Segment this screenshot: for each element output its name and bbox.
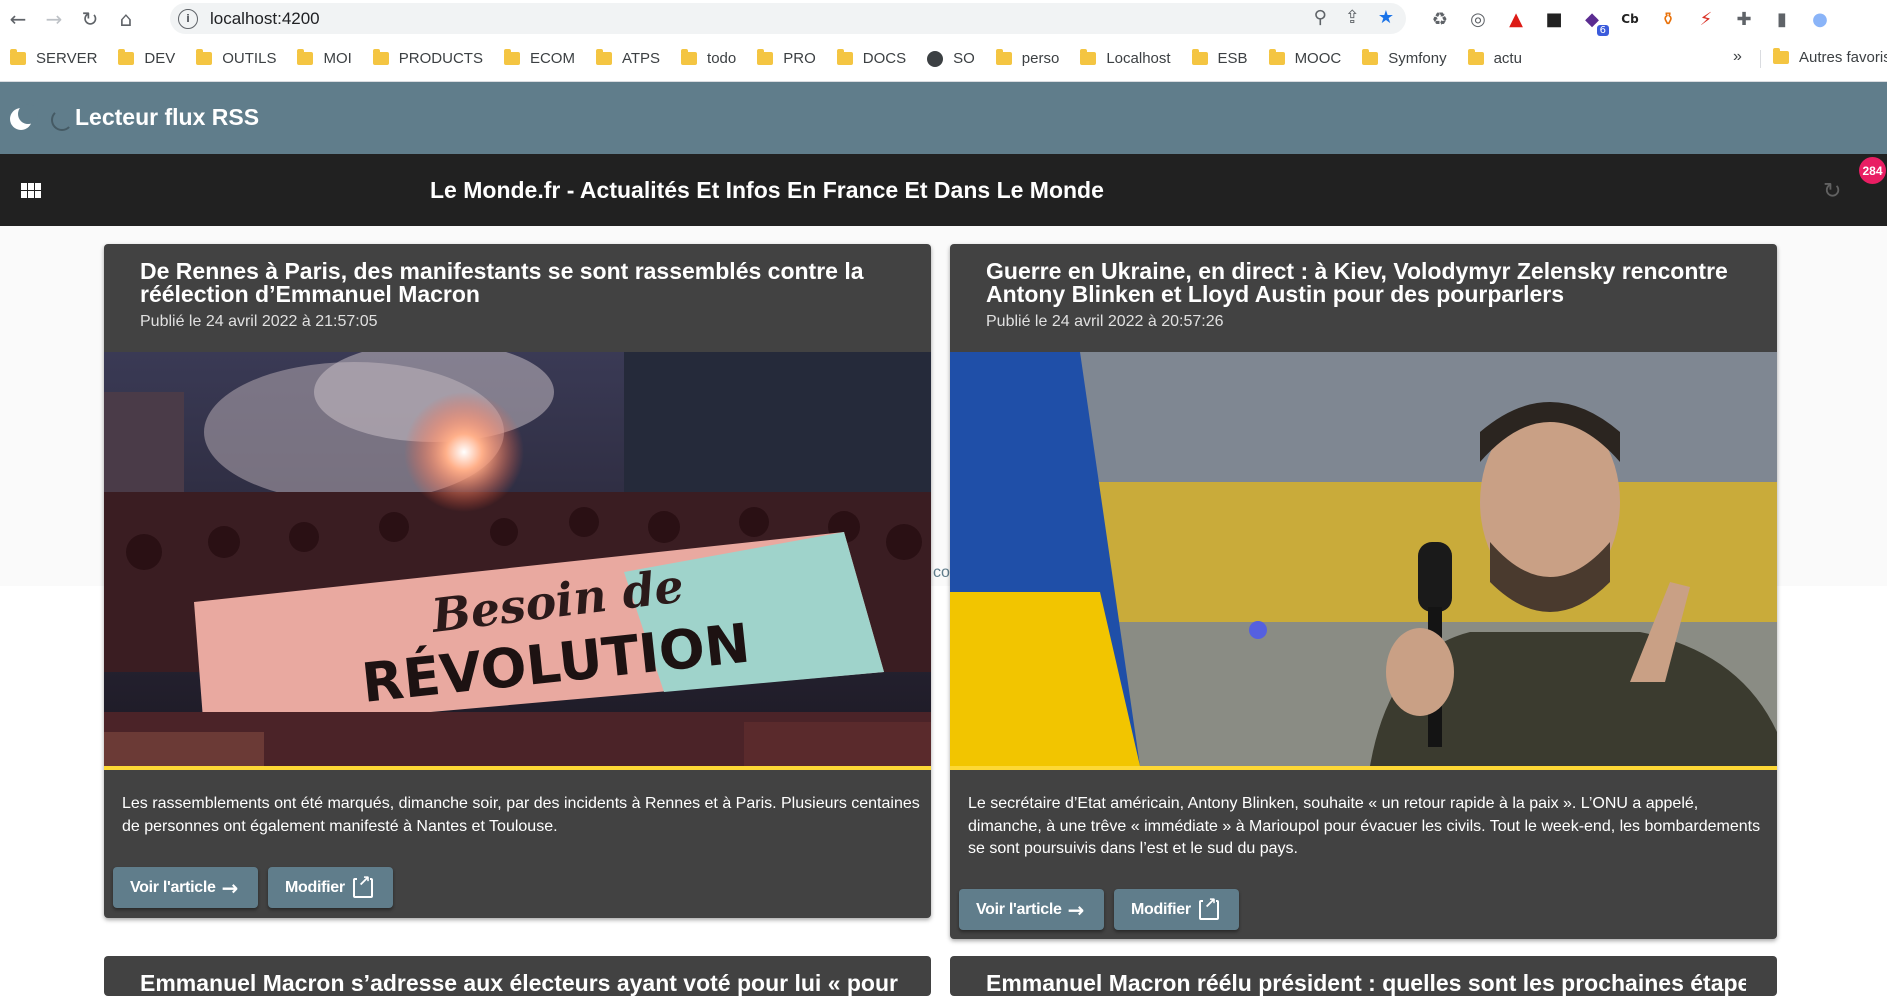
protest-photo: Besoin de RÉVOLUTION <box>104 352 931 766</box>
folder-icon <box>681 49 698 65</box>
view-article-button[interactable]: Voir l'article → <box>113 867 258 908</box>
bookmark-folder[interactable]: actu <box>1467 49 1522 67</box>
stack-extension-icon[interactable]: ◆ 6 <box>1577 4 1609 36</box>
ghost-extension-icon[interactable]: ■ <box>1539 4 1569 34</box>
bookmark-star-icon[interactable]: ★ <box>1378 7 1394 28</box>
bookmark-folder[interactable]: perso <box>995 49 1059 67</box>
folder-icon <box>10 49 26 65</box>
extensions-area: ♻ ◎ ▲ ■ ◆ 6 Cb ⚱ ⚡ ✚ ▮ ● <box>1425 4 1835 36</box>
bookmark-folder[interactable]: todo <box>681 49 736 67</box>
arrow-right-icon: → <box>1067 897 1085 922</box>
folder-icon <box>1467 49 1484 65</box>
feed-title: Le Monde.fr - Actualités Et Infos En Fra… <box>430 177 1104 203</box>
open-external-icon <box>1198 895 1219 920</box>
edit-button[interactable]: Modifier <box>268 867 393 908</box>
article-title: Emmanuel Macron réélu président : quelle… <box>986 970 1746 996</box>
article-title: De Rennes à Paris, des manifestants se s… <box>140 258 864 307</box>
app-title: Lecteur flux RSS <box>75 104 260 130</box>
folder-icon <box>1268 49 1285 65</box>
dark-mode-moon-icon[interactable] <box>10 104 38 130</box>
loading-spinner <box>51 109 73 131</box>
globe-icon <box>927 50 944 67</box>
profile-avatar[interactable]: ● <box>1805 4 1835 34</box>
bookmark-folder[interactable]: Localhost <box>1080 49 1171 67</box>
article-description: Les rassemblements ont été marqués, dima… <box>122 795 920 835</box>
folder-icon <box>196 49 213 65</box>
cb-extension-icon[interactable]: Cb <box>1615 4 1645 34</box>
bookmark-folder[interactable]: Symfony <box>1362 49 1447 67</box>
extension-count: 6 <box>1596 25 1609 36</box>
bookmarks-divider <box>1760 50 1761 68</box>
back-icon[interactable]: ← <box>0 1 36 37</box>
feed-header: Le Monde.fr - Actualités Et Infos En Fra… <box>0 154 1887 226</box>
other-bookmarks-folder[interactable]: Autres favoris <box>1773 48 1887 66</box>
grid-menu-icon[interactable] <box>21 183 41 198</box>
more-bookmarks-chevron-icon[interactable]: » <box>1733 48 1742 66</box>
bookmark-folder[interactable]: PRO <box>757 49 816 67</box>
side-panel-icon[interactable]: ▮ <box>1767 4 1797 34</box>
article-date: Publié le 24 avril 2022 à 21:57:05 <box>140 313 378 330</box>
flash-extension-icon[interactable]: ⚡ <box>1691 4 1721 34</box>
bookmark-folder[interactable]: MOOC <box>1268 49 1341 67</box>
folder-icon <box>297 49 314 65</box>
article-title: Emmanuel Macron s’adresse aux électeurs … <box>140 970 900 996</box>
folder-icon <box>995 49 1012 65</box>
reload-icon[interactable]: ↻ <box>72 1 108 37</box>
app-toolbar: Lecteur flux RSS <box>0 82 1887 154</box>
bookmark-folder[interactable]: OUTILS <box>196 49 276 67</box>
article-card: Emmanuel Macron s’adresse aux électeurs … <box>104 956 931 996</box>
folder-icon <box>836 49 853 65</box>
article-date: Publié le 24 avril 2022 à 20:57:26 <box>986 313 1224 330</box>
folder-icon <box>757 49 774 65</box>
zelensky-photo <box>950 352 1777 766</box>
bookmark-folder[interactable]: MOI <box>297 49 352 67</box>
bookmarks-bar: SERVER DEV OUTILS MOI PRODUCTS ECOM ATPS… <box>0 44 1887 73</box>
share-icon[interactable]: ⇪ <box>1345 7 1360 28</box>
bookmark-folder[interactable]: PRODUCTS <box>372 49 483 67</box>
bookmark-folder[interactable]: ATPS <box>595 49 660 67</box>
view-article-button[interactable]: Voir l'article → <box>959 889 1104 930</box>
folder-icon <box>1773 48 1789 64</box>
bookmark-link[interactable]: SO <box>927 50 975 67</box>
open-external-icon <box>352 873 373 898</box>
address-url[interactable]: localhost:4200 <box>210 9 320 29</box>
address-bar[interactable]: i localhost:4200 ⚲ ⇪ ★ <box>170 3 1406 34</box>
bookmark-folder[interactable]: ESB <box>1191 49 1248 67</box>
accent-line <box>104 766 931 770</box>
folder-icon <box>595 49 612 65</box>
bookmark-folder[interactable]: DEV <box>118 49 175 67</box>
site-info-icon[interactable]: i <box>178 8 198 29</box>
recycle-extension-icon[interactable]: ♻ <box>1425 4 1455 34</box>
folder-icon <box>1191 49 1208 65</box>
bookmark-folder[interactable]: ECOM <box>503 49 575 67</box>
unread-count-badge: 284 <box>1859 157 1886 184</box>
folder-icon <box>1080 49 1097 65</box>
bookmark-folder[interactable]: SERVER <box>10 49 97 67</box>
folder-icon <box>503 49 520 65</box>
arrow-right-icon: → <box>221 875 239 900</box>
article-card: De Rennes à Paris, des manifestants se s… <box>104 244 931 918</box>
browser-toolbar: ← → ↻ ⌂ i localhost:4200 ⚲ ⇪ ★ ♻ ◎ ▲ ■ ◆… <box>0 0 1887 37</box>
forward-icon[interactable]: → <box>36 1 72 37</box>
edit-button[interactable]: Modifier <box>1114 889 1239 930</box>
bottle-extension-icon[interactable]: ⚱ <box>1653 4 1683 34</box>
article-image: Besoin de RÉVOLUTION <box>104 352 931 766</box>
refresh-icon[interactable]: ↻ <box>1823 179 1841 204</box>
folder-icon <box>1362 49 1379 65</box>
article-card: Emmanuel Macron réélu président : quelle… <box>950 956 1777 996</box>
home-icon[interactable]: ⌂ <box>108 1 144 37</box>
folder-icon <box>372 49 389 65</box>
article-title: Guerre en Ukraine, en direct : à Kiev, V… <box>986 258 1728 307</box>
bookmark-folder[interactable]: DOCS <box>836 49 906 67</box>
accent-line <box>950 766 1777 770</box>
article-image <box>950 352 1777 766</box>
zoom-icon[interactable]: ⚲ <box>1314 7 1327 28</box>
stray-text: co <box>933 564 950 581</box>
folder-icon <box>118 49 135 65</box>
puzzle-icon[interactable]: ✚ <box>1729 4 1759 34</box>
code-extension-icon[interactable]: ◎ <box>1463 4 1493 34</box>
article-card: Guerre en Ukraine, en direct : à Kiev, V… <box>950 244 1777 939</box>
article-description: Le secrétaire d’Etat américain, Antony B… <box>968 795 1761 857</box>
angular-extension-icon[interactable]: ▲ <box>1501 4 1531 34</box>
